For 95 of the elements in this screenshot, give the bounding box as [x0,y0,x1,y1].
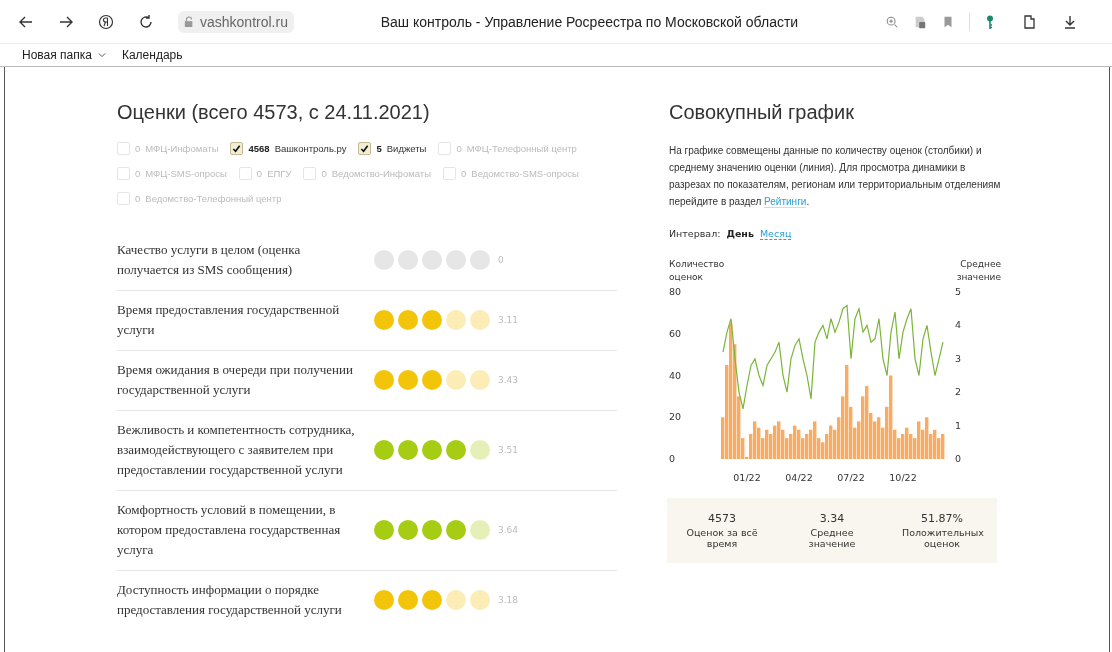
score-value: 3.18 [498,595,519,605]
section-title: Оценки (всего 4573, с 24.11.2021) [117,101,431,124]
rating-ball [470,310,490,330]
axis-tick: 10/22 [889,472,917,483]
source-count: 0 [321,168,327,179]
axis-tick: 04/22 [785,472,813,483]
rating-ball [446,310,466,330]
rating-ball [422,590,442,610]
source-count: 0 [461,168,467,179]
url-text: vashkontrol.ru [200,13,288,30]
download-icon[interactable] [1062,13,1078,30]
interval-option[interactable]: День [726,228,754,240]
page-title: Ваш контроль - Управление Росреестра по Московской области [379,13,800,30]
rating-ball [446,250,466,270]
axis-tick: 20 [669,411,682,423]
axis-tick: 01/22 [733,472,761,483]
source-count: 5 [376,143,382,154]
rating-ball [398,250,418,270]
source-count: 0 [256,168,263,179]
score-value: 0 [498,255,504,265]
criterion-label: Время предоставления государственной услуги [117,301,341,339]
score-value: 3.51 [498,445,519,455]
rating-ball [422,520,442,540]
axis-tick: 3 [955,352,962,364]
stat-label: Положительных оценок [902,527,982,549]
description-text: На графике совмещены данные по количеству оценок (столбики) и среднему значению оценки (линия). Для просмотра динамики в разрезах по показателям, регионам или территориальным отделениям перейдите в раздел Рейтинги. [669,144,1001,210]
rating-ball [446,590,466,610]
stat-value: 51.87% [921,512,963,525]
rating-ball [422,310,442,330]
criterion-label: Доступность информации о порядке предоставления государственной услуги [117,581,343,619]
source-label: Ведомство-Инфоматы [331,168,431,179]
axis-tick: 60 [669,327,682,339]
checkbox[interactable] [230,142,244,155]
axis-tick: 0 [669,453,676,464]
rating-ball [470,370,490,390]
source-label: МФЦ-Инфоматы [145,143,219,154]
score-value: 3.43 [498,375,519,385]
source-label: ЕПГУ [267,168,292,179]
source-label: МФЦ-SMS-опросы [145,168,227,179]
rating-ball [470,590,490,610]
interval-label: Интервал: [669,228,721,240]
source-label: Вашконтроль.ру [274,143,347,154]
source-count: 0 [135,168,141,179]
rating-ball [422,370,442,390]
axis-tick: 80 [669,286,682,297]
rating-ball [398,590,418,610]
chevron-icon[interactable] [97,52,106,58]
axis-tick: 07/22 [837,472,865,483]
rating-ball [470,520,490,540]
bookmark-link[interactable]: Календарь [121,48,183,62]
rating-ball [446,370,466,390]
criterion-label: Качество услуги в целом (оценка получается из SMS сообщения) [117,241,302,279]
axis-tick: 1 [955,419,962,431]
criterion-label: Комфортность условий в помещении, в котором предоставлена государственная услуга [117,501,342,559]
section-title: Совокупный график [669,101,855,124]
axis-tick: 5 [955,286,962,297]
source-label: Ведомство-Телефонный центр [145,193,282,204]
rating-ball [446,520,466,540]
reload-icon[interactable] [138,13,154,30]
source-label: МФЦ-Телефонный центр [466,143,577,154]
source-count: 0 [135,193,141,204]
axis-tick: 4 [955,319,962,331]
score-value: 3.64 [498,525,519,535]
source-label: Ведомство-SMS-опросы [471,168,579,179]
source-count: 0 [456,143,462,154]
score-value: 3.11 [498,315,519,325]
criterion-label: Время ожидания в очереди при получении государственной услуги [117,361,354,399]
axis-tick: 2 [955,386,962,398]
rating-ball [470,250,490,270]
rating-ball [398,370,418,390]
lock-icon [184,15,194,28]
rating-ball [398,520,418,540]
stat-label: Оценок за всё время [685,527,759,549]
axis-title: Среднее значение [955,258,1001,284]
rating-ball [446,440,466,460]
source-label: Виджеты [386,143,427,154]
axis-tick: 0 [955,453,962,464]
rating-ball [398,310,418,330]
source-count: 4568 [248,143,270,154]
stat-value: 4573 [708,512,736,525]
zoom-icon[interactable] [885,14,899,29]
address-bar[interactable]: vashkontrol.ru [178,10,294,33]
stat-value: 3.34 [819,512,845,525]
rating-ball [398,440,418,460]
rating-ball [470,440,490,460]
rating-ball [422,250,442,270]
source-count: 0 [135,143,141,154]
checkbox[interactable] [358,142,372,155]
stat-label: Среднее значение [807,527,857,549]
criterion-label: Вежливость и компетентность сотрудника, взаимодействующего с заявителем при предоставлении государственной услуги [117,421,356,479]
axis-tick: 40 [669,369,682,381]
browser-logo-icon[interactable] [98,13,114,30]
axis-title: Количество оценок [669,258,726,284]
bookmark-folder[interactable]: Новая папка [22,48,92,62]
rating-ball [422,440,442,460]
